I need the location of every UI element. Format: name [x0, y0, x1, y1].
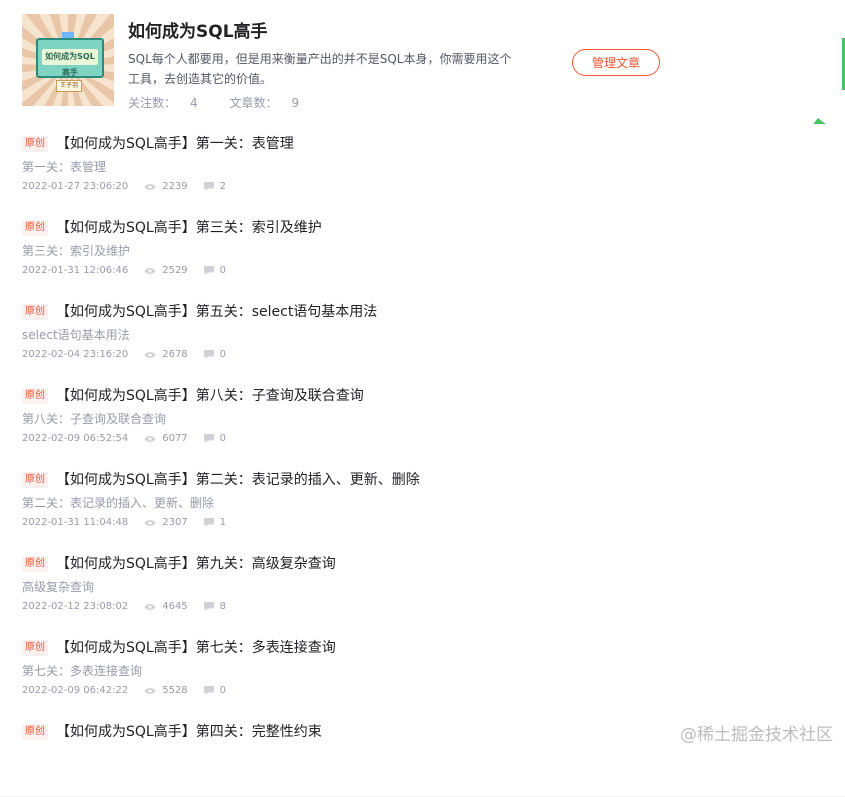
article-item[interactable]: 原创 【如何成为SQL高手】第八关：子查询及联合查询第八关：子查询及联合查询 202… [0, 376, 845, 461]
comment-icon [203, 686, 214, 695]
comment-icon [203, 350, 214, 359]
article-description: 第八关：子查询及联合查询 [22, 412, 167, 426]
view-count: 2529 [162, 265, 188, 276]
article-date: 2022-01-31 12:06:46 [22, 265, 129, 276]
article-description: 第二关：表记录的插入、更新、删除 [22, 496, 215, 510]
article-title[interactable]: 【如何成为SQL高手】第八关：子查询及联合查询 [56, 385, 364, 405]
article-item[interactable]: 原创 【如何成为SQL高手】第五关：select语句基本用法 select语句基本用… [0, 292, 845, 377]
view-count: 2307 [162, 517, 188, 528]
article-description: 第七关：多表连接查询 [22, 664, 143, 678]
view-count: 6077 [162, 433, 188, 444]
manage-articles-button[interactable]: 管理文章 [572, 49, 660, 76]
article-meta: 2022-01-27 23:06:20 2239 2 [22, 181, 226, 192]
comment-icon [203, 518, 214, 527]
column-stats: 关注数： 4 文章数： 9 [128, 94, 327, 111]
comment-icon [203, 434, 214, 443]
article-description: 第一关：表管理 [22, 160, 107, 174]
cover-title-box: 如何成为SQL高手 [36, 38, 104, 78]
eye-icon [144, 351, 156, 359]
comment-icon [203, 602, 214, 611]
article-date: 2022-01-31 11:04:48 [22, 517, 129, 528]
articles-stat: 文章数： 9 [229, 96, 313, 110]
article-date: 2022-01-27 23:06:20 [22, 181, 129, 192]
original-badge: 原创 [22, 640, 48, 656]
article-date: 2022-02-09 06:42:22 [22, 685, 129, 696]
article-date: 2022-02-04 23:16:20 [22, 349, 129, 360]
eye-icon [144, 603, 156, 611]
article-item[interactable]: 原创 【如何成为SQL高手】第三关：索引及维护第三关：索引及维护 2022-01-3… [0, 208, 845, 293]
view-count: 4645 [162, 601, 188, 612]
column-cover-image[interactable]: 如何成为SQL高手 王子羽 [22, 14, 114, 106]
eye-icon [144, 183, 156, 191]
articles-count: 9 [291, 96, 300, 110]
article-meta: 2022-02-09 06:42:22 5528 0 [22, 685, 226, 696]
eye-icon [144, 519, 156, 527]
original-badge: 原创 [22, 220, 48, 236]
eye-icon [144, 435, 156, 443]
article-title[interactable]: 【如何成为SQL高手】第九关：高级复杂查询 [56, 553, 336, 573]
comment-icon [203, 182, 214, 191]
article-meta: 2022-02-04 23:16:20 2678 0 [22, 349, 226, 360]
original-badge: 原创 [22, 388, 48, 404]
original-badge: 原创 [22, 724, 48, 740]
article-meta: 2022-02-09 06:52:54 6077 0 [22, 433, 226, 444]
followers-stat: 关注数： 4 [128, 96, 212, 110]
followers-label: 关注数： [128, 96, 177, 110]
comment-count: 2 [219, 181, 227, 192]
watermark-text: @稀土掘金技术社区 [680, 725, 833, 745]
article-title[interactable]: 【如何成为SQL高手】第三关：索引及维护 [56, 217, 322, 237]
followers-count: 4 [190, 96, 198, 110]
original-badge: 原创 [22, 136, 48, 152]
article-item[interactable]: 原创 【如何成为SQL高手】第七关：多表连接查询第七关：多表连接查询 2022-02… [0, 628, 845, 713]
article-meta: 2022-01-31 11:04:48 2307 1 [22, 517, 226, 528]
comment-count: 0 [219, 685, 227, 696]
article-title[interactable]: 【如何成为SQL高手】第二关：表记录的插入、更新、删除 [56, 469, 420, 489]
article-title[interactable]: 【如何成为SQL高手】第四关：完整性约束 [56, 721, 322, 741]
article-meta: 2022-01-31 12:06:46 2529 0 [22, 265, 226, 276]
comment-count: 0 [219, 265, 227, 276]
comment-count: 0 [219, 349, 227, 360]
article-meta: 2022-02-12 23:08:02 4645 8 [22, 601, 226, 612]
comment-count: 8 [219, 601, 227, 612]
original-badge: 原创 [22, 472, 48, 488]
comment-icon [203, 266, 214, 275]
column-header: 如何成为SQL高手 王子羽 如何成为SQL高手 SQL每个人都要用，但是用来衡量… [0, 0, 845, 125]
article-date: 2022-02-12 23:08:02 [22, 601, 129, 612]
eye-icon [144, 267, 156, 275]
article-title[interactable]: 【如何成为SQL高手】第一关：表管理 [56, 133, 294, 153]
articles-label: 文章数： [229, 96, 278, 110]
article-title[interactable]: 【如何成为SQL高手】第七关：多表连接查询 [56, 637, 336, 657]
view-count: 2678 [162, 349, 188, 360]
comment-count: 1 [219, 517, 227, 528]
column-title[interactable]: 如何成为SQL高手 [128, 17, 268, 42]
article-title[interactable]: 【如何成为SQL高手】第五关：select语句基本用法 [56, 301, 377, 321]
view-count: 2239 [162, 181, 188, 192]
article-description: 第三关：索引及维护 [22, 244, 131, 258]
article-description: select语句基本用法 [22, 328, 130, 342]
column-description: SQL每个人都要用，但是用来衡量产出的并不是SQL本身，你需要用这个工具，去创造… [128, 52, 512, 86]
article-date: 2022-02-09 06:52:54 [22, 433, 129, 444]
cover-title-text: 如何成为SQL高手 [42, 49, 98, 77]
article-description: 高级复杂查询 [22, 580, 95, 594]
original-badge: 原创 [22, 556, 48, 572]
article-item[interactable]: 原创 【如何成为SQL高手】第二关：表记录的插入、更新、删除第二关：表记录的插入、… [0, 460, 845, 545]
original-badge: 原创 [22, 304, 48, 320]
article-item[interactable]: 原创 【如何成为SQL高手】第一关：表管理第一关：表管理 2022-01-27 23… [0, 124, 845, 209]
eye-icon [144, 687, 156, 695]
view-count: 5528 [162, 685, 188, 696]
cover-tag: 王子羽 [56, 80, 82, 92]
article-item[interactable]: 原创 【如何成为SQL高手】第九关：高级复杂查询高级复杂查询 2022-02-12 … [0, 544, 845, 629]
comment-count: 0 [219, 433, 227, 444]
